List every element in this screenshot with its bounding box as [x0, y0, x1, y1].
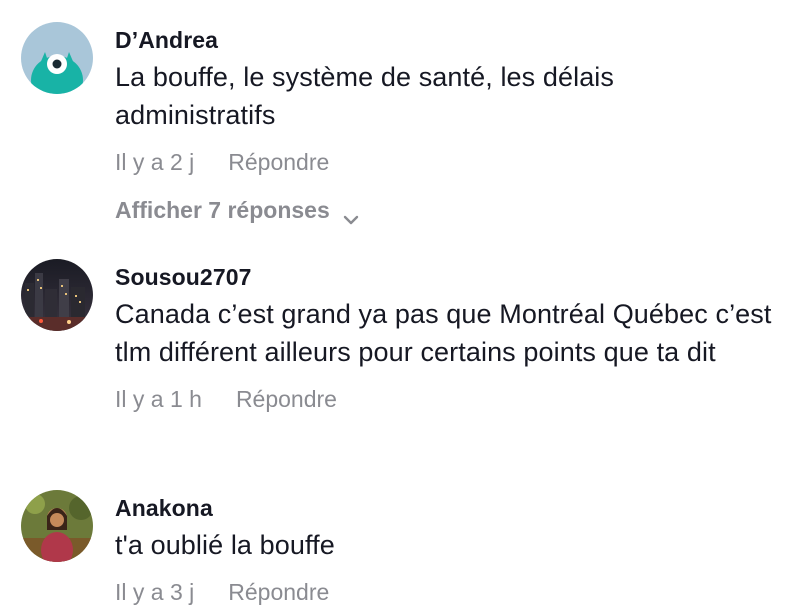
comment-text: Canada c’est grand ya pas que Montréal Q…	[115, 299, 772, 367]
view-replies-label: Afficher 7 réponses	[115, 197, 330, 223]
comment-timestamp: Il y a 1 h	[115, 386, 202, 412]
reply-button[interactable]: Répondre	[228, 578, 329, 606]
person-avatar-icon[interactable]	[21, 490, 93, 562]
comment-list: D’Andrea La bouffe, le système de santé,…	[0, 0, 792, 612]
reply-button[interactable]: Répondre	[228, 148, 329, 176]
city-night-avatar-icon[interactable]	[21, 259, 93, 331]
reply-button[interactable]: Répondre	[236, 385, 337, 413]
comment-username[interactable]: D’Andrea	[115, 26, 782, 54]
comment-meta: Il y a 1 h Répondre	[115, 385, 782, 413]
comment-timestamp: Il y a 2 j	[115, 149, 195, 175]
comment-username[interactable]: Sousou2707	[115, 263, 782, 291]
monster-avatar-icon[interactable]	[21, 22, 93, 94]
comment-username[interactable]: Anakona	[115, 494, 782, 522]
comment-meta: Il y a 2 j Répondre	[115, 148, 782, 176]
comment-text: La bouffe, le système de santé, les déla…	[115, 62, 615, 130]
comment-text: t'a oublié la bouffe	[115, 530, 335, 560]
comment-meta: Il y a 3 j Répondre	[115, 578, 782, 606]
view-replies-button[interactable]: Afficher 7 réponses	[115, 196, 782, 225]
chevron-down-icon	[342, 204, 360, 225]
comment-timestamp: Il y a 3 j	[115, 579, 195, 605]
